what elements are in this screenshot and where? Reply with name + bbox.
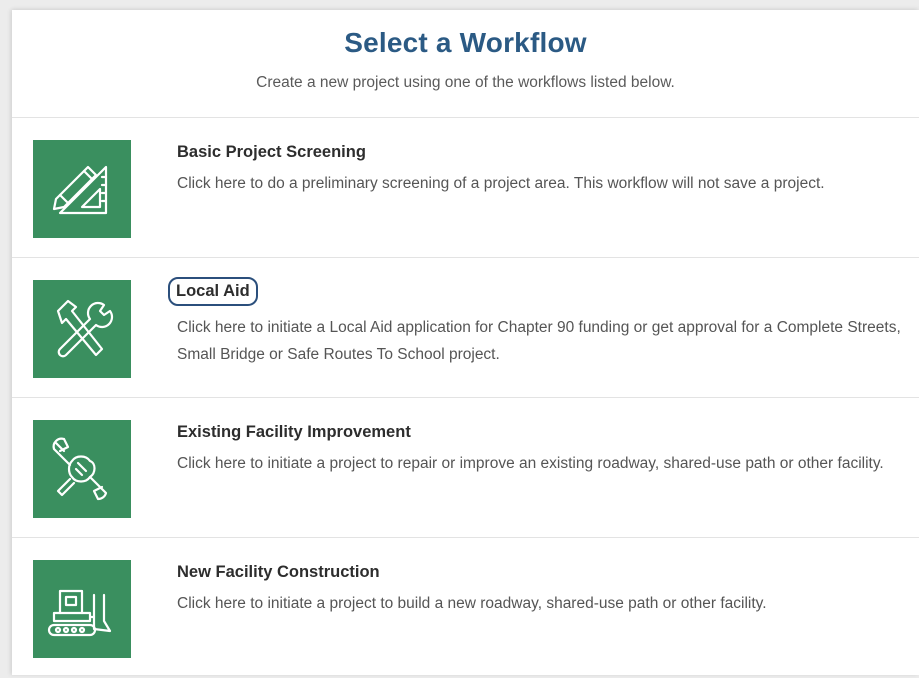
- select-workflow-panel: Select a Workflow Create a new project u…: [12, 10, 919, 675]
- bulldozer-icon: [33, 560, 131, 658]
- workflow-description: Click here to initiate a Local Aid appli…: [177, 319, 901, 363]
- workflow-basic-project-screening[interactable]: Basic Project Screening Click here to do…: [12, 118, 919, 258]
- drafting-tools-icon: [33, 140, 131, 238]
- workflow-name[interactable]: Basic Project Screening: [177, 143, 366, 162]
- page-title: Select a Workflow: [344, 27, 587, 58]
- wrench-fist-icon: [33, 420, 131, 518]
- workflow-description: Click here to do a preliminary screening…: [177, 175, 825, 192]
- workflow-new-facility-construction[interactable]: New Facility Construction Click here to …: [12, 538, 919, 678]
- workflow-name[interactable]: Local Aid: [168, 277, 258, 306]
- page-subtitle: Create a new project using one of the wo…: [256, 74, 675, 91]
- workflow-description: Click here to initiate a project to buil…: [177, 595, 767, 612]
- workflow-existing-facility-improvement[interactable]: Existing Facility Improvement Click here…: [12, 398, 919, 538]
- hammer-wrench-icon: [33, 280, 131, 378]
- workflow-local-aid[interactable]: Local Aid Click here to initiate a Local…: [12, 258, 919, 398]
- header: Select a Workflow Create a new project u…: [12, 10, 919, 118]
- workflow-name[interactable]: New Facility Construction: [177, 563, 380, 582]
- workflow-description: Click here to initiate a project to repa…: [177, 455, 884, 472]
- workflow-name[interactable]: Existing Facility Improvement: [177, 423, 411, 442]
